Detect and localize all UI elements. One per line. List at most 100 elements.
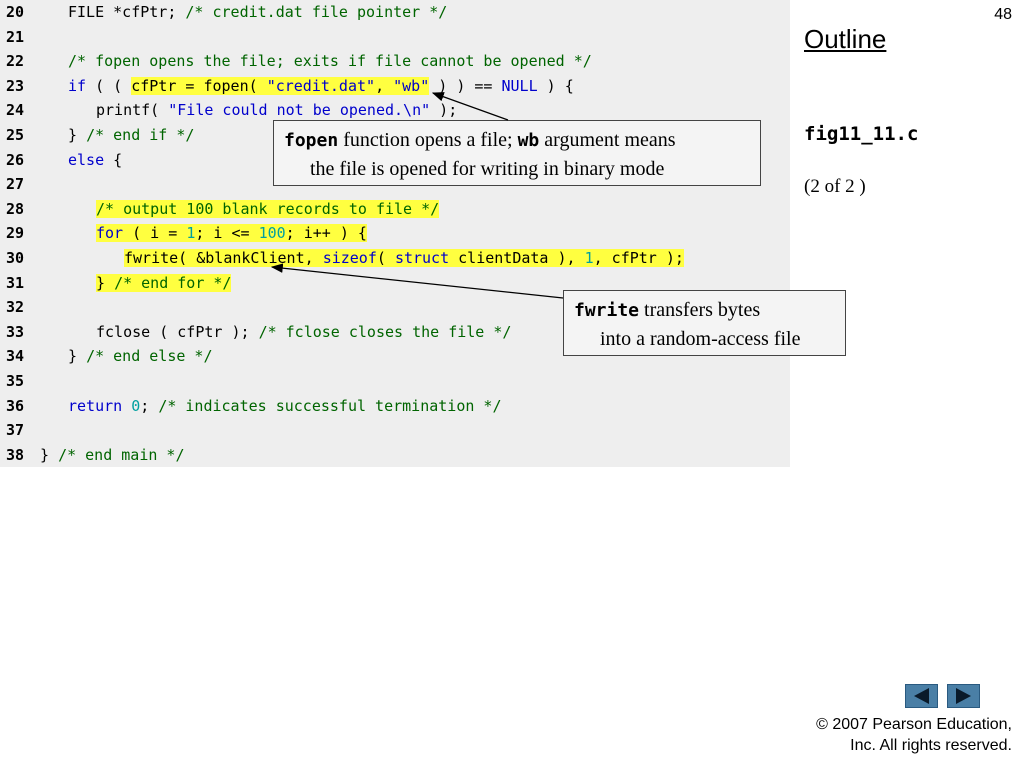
code-token: );	[430, 101, 458, 120]
line-number: 35	[6, 372, 25, 390]
triangle-right-icon	[956, 688, 971, 704]
code-token: sizeof	[322, 249, 377, 267]
code-text: } /* end if */	[40, 123, 194, 148]
code-token: /* fopen opens the file; exits if file c…	[68, 52, 592, 71]
prev-slide-button[interactable]	[905, 684, 938, 708]
code-line: 25} /* end if */	[0, 123, 194, 148]
copyright-line2: Inc. All rights reserved.	[850, 737, 1012, 754]
code-token: printf(	[96, 101, 169, 120]
line-number: 38	[6, 445, 25, 464]
code-token: struct	[394, 249, 450, 267]
code-token: else	[68, 150, 105, 169]
code-token: (	[376, 249, 395, 267]
outline-title[interactable]: Outline	[804, 24, 886, 55]
code-token: clientData ),	[449, 249, 585, 267]
code-token: /* end else */	[86, 347, 213, 366]
line-number: 34	[6, 347, 25, 366]
code-token: fclose ( cfPtr );	[96, 322, 259, 341]
line-number: 21	[6, 27, 25, 46]
code-token: "wb"	[393, 76, 430, 95]
code-line: 31} /* end for */	[0, 271, 232, 296]
code-line: 26 else {	[0, 148, 122, 173]
code-token: /* end for */	[114, 273, 232, 292]
line-number: 33	[6, 322, 25, 341]
code-token: ; i <=	[195, 224, 259, 243]
code-token: FILE *cfPtr;	[68, 3, 186, 21]
callout-fopen-line2: the file is opened for writing in binary…	[310, 158, 665, 180]
code-token: NULL	[501, 76, 538, 95]
code-token: ; i++ ) {	[285, 224, 367, 243]
callout-fopen: fopen function opens a file; wb argument…	[273, 120, 761, 186]
code-token: ;	[140, 396, 159, 415]
code-token: ( (	[86, 76, 132, 95]
code-line: 35	[0, 369, 40, 394]
code-token: 100	[258, 224, 286, 243]
code-token: , cfPtr );	[593, 249, 684, 267]
code-token: }	[68, 347, 87, 366]
code-text: FILE *cfPtr; /* credit.dat file pointer …	[40, 0, 447, 25]
callout-fopen-code1: fopen	[284, 130, 339, 151]
code-token: /* credit.dat file pointer */	[185, 3, 448, 21]
page-indicator: (2 of 2 )	[804, 176, 866, 197]
code-text: } /* end else */	[40, 344, 213, 369]
code-line: 29 for ( i = 1; i <= 100; i++ ) {	[0, 221, 367, 246]
code-token: 0	[131, 396, 141, 415]
line-number: 37	[6, 421, 25, 440]
line-number: 36	[6, 396, 25, 415]
file-name: fig11_11.c	[804, 123, 919, 145]
code-token: }	[40, 445, 59, 464]
callout-fopen-text2: argument means	[539, 129, 676, 151]
line-number: 24	[6, 101, 25, 120]
code-line: 38 } /* end main */	[0, 443, 185, 468]
code-text: else {	[40, 148, 122, 173]
next-slide-button[interactable]	[947, 684, 980, 708]
code-token: /* fclose closes the file */	[258, 322, 512, 341]
line-number: 31	[6, 273, 25, 292]
code-token: ) {	[537, 76, 574, 95]
code-token: }	[96, 273, 115, 292]
code-line: 34} /* end else */	[0, 344, 213, 369]
code-token: /* indicates successful termination */	[158, 396, 502, 415]
line-number: 30	[6, 249, 25, 267]
callout-fopen-code2: wb	[517, 130, 540, 151]
code-token: ( i =	[123, 224, 187, 243]
code-line: 22 /* fopen opens the file; exits if file…	[0, 49, 592, 74]
code-text: if ( ( cfPtr = fopen( "credit.dat", "wb"…	[40, 74, 574, 99]
line-number: 28	[6, 199, 25, 218]
line-number: 27	[6, 175, 25, 194]
code-text: fwrite( &blankClient, sizeof( struct cli…	[40, 246, 684, 271]
code-token: }	[68, 126, 87, 144]
line-number: 32	[6, 298, 25, 317]
code-text: } /* end main */	[40, 443, 185, 468]
code-line: 23 if ( ( cfPtr = fopen( "credit.dat", "w…	[0, 74, 574, 99]
code-token: 1	[584, 249, 594, 267]
code-line: 33 fclose ( cfPtr ); /* fclose closes the…	[0, 320, 511, 345]
code-text: /* output 100 blank records to file */	[40, 197, 440, 222]
code-token: "credit.dat"	[266, 76, 376, 95]
code-text: for ( i = 1; i <= 100; i++ ) {	[40, 221, 367, 246]
code-token: fwrite( &blankClient,	[124, 249, 323, 267]
line-number: 25	[6, 126, 25, 144]
callout-fwrite-line1: fwrite transfers bytes	[574, 296, 835, 325]
code-line: 36 return 0; /* indicates successful term…	[0, 394, 501, 419]
code-text: /* fopen opens the file; exits if file c…	[40, 49, 592, 74]
callout-fwrite-text1: transfers bytes	[639, 299, 761, 321]
code-token: /* end if */	[86, 126, 195, 144]
callout-fopen-text1: function opens a file;	[338, 129, 518, 151]
code-token: {	[104, 150, 123, 169]
code-token: ) ) ==	[429, 76, 502, 95]
callout-fwrite-line2: into a random-access file	[600, 328, 801, 350]
code-token: ,	[375, 76, 394, 95]
callout-fopen-line1: fopen function opens a file; wb argument…	[284, 126, 750, 155]
code-line: 37	[0, 418, 40, 443]
code-text: } /* end for */	[40, 271, 232, 296]
code-line: 32	[0, 295, 40, 320]
code-token: if	[68, 76, 87, 95]
line-number: 26	[6, 150, 25, 169]
code-line: 30 fwrite( &blankClient, sizeof( struct c…	[0, 246, 684, 271]
code-text: return 0; /* indicates successful termin…	[40, 394, 501, 419]
code-line: 20 FILE *cfPtr; /* credit.dat file pointe…	[0, 0, 447, 25]
code-line: 21	[0, 25, 40, 50]
line-number: 22	[6, 52, 25, 71]
